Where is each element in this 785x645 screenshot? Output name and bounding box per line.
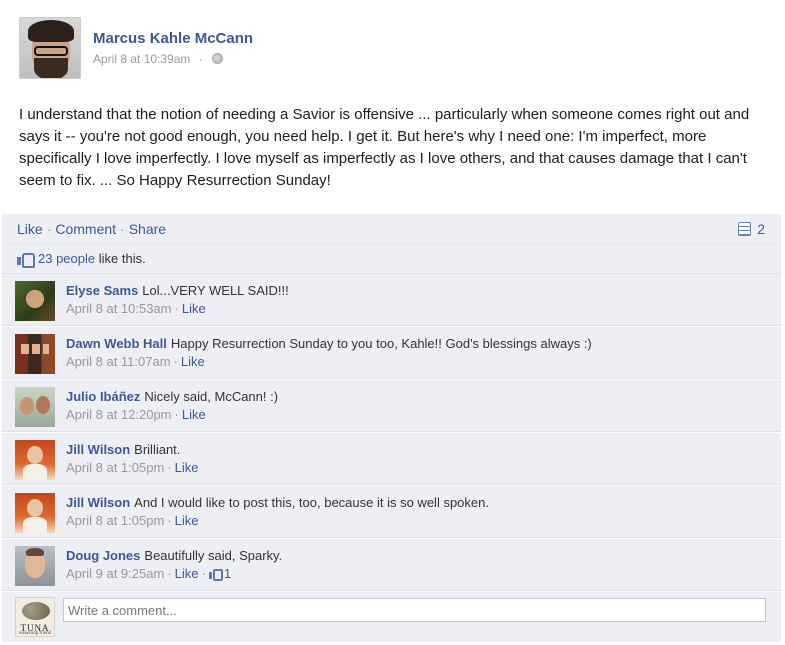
current-user-avatar: TUNA wakening friend [15, 597, 55, 637]
likes-suffix: like this. [95, 251, 146, 266]
commenter-name-link[interactable]: Dawn Webb Hall [66, 336, 167, 351]
separator: · [167, 566, 172, 581]
comment-text-line: Jill Wilson And I would like to post this… [66, 494, 489, 512]
thumbs-up-icon [17, 252, 35, 268]
comment-timestamp[interactable]: April 8 at 1:05pm [66, 513, 164, 528]
like-button[interactable]: Like [17, 221, 43, 237]
commenter-name-link[interactable]: Elyse Sams [66, 283, 138, 298]
comment-timestamp[interactable]: April 8 at 12:20pm [66, 407, 172, 422]
avatar-sub-text: wakening friend [18, 631, 52, 636]
separator: · [174, 407, 179, 422]
share-count: 2 [757, 221, 765, 237]
separator: · [167, 460, 172, 475]
comment-button[interactable]: Comment [55, 221, 116, 237]
commenter-avatar[interactable] [15, 440, 55, 480]
comment-like-button[interactable]: Like [175, 566, 199, 581]
author-name-link[interactable]: Marcus Kahle McCann [93, 30, 253, 47]
comment-input[interactable] [63, 598, 766, 622]
separator: · [46, 221, 52, 237]
comment-meta: April 8 at 12:20pm · Like [66, 407, 206, 422]
comment-item: Elyse Sams Lol...VERY WELL SAID!!! April … [2, 274, 781, 326]
author-avatar[interactable] [19, 17, 81, 79]
comment-body: Beautifully said, Sparky. [144, 548, 283, 563]
comment-text-line: Elyse Sams Lol...VERY WELL SAID!!! [66, 282, 289, 300]
commenter-avatar[interactable] [15, 546, 55, 586]
commenter-avatar[interactable] [15, 493, 55, 533]
avatar-glasses [34, 46, 68, 56]
separator: · [174, 301, 179, 316]
comment-meta: April 8 at 1:05pm · Like [66, 460, 198, 475]
fish-icon [22, 602, 50, 620]
comment-body: Lol...VERY WELL SAID!!! [142, 283, 289, 298]
comment-item: Doug Jones Beautifully said, Sparky. Apri… [2, 539, 781, 591]
separator: · [167, 513, 172, 528]
commenter-name-link[interactable]: Jill Wilson [66, 495, 130, 510]
separator: · [201, 566, 206, 581]
commenter-avatar[interactable] [15, 387, 55, 427]
comment-item: Dawn Webb Hall Happy Resurrection Sunday … [2, 327, 781, 379]
comment-meta: April 8 at 11:07am · Like [66, 354, 205, 369]
comment-timestamp[interactable]: April 8 at 1:05pm [66, 460, 164, 475]
comment-meta: April 8 at 10:53am · Like [66, 301, 206, 316]
comment-body: And I would like to post this, too, beca… [134, 495, 489, 510]
comment-text-line: Jill Wilson Brilliant. [66, 441, 180, 459]
comment-like-count-value: 1 [223, 566, 232, 581]
share-button[interactable]: Share [129, 221, 166, 237]
meta-separator: · [198, 52, 203, 66]
comment-like-button[interactable]: Like [182, 301, 206, 316]
commenter-avatar[interactable] [15, 281, 55, 321]
comment-item: Julio Ibáñez Nicely said, McCann! :) Apri… [2, 380, 781, 432]
comment-timestamp[interactable]: April 9 at 9:25am [66, 566, 164, 581]
likes-summary-text: 23 people like this. [17, 251, 146, 268]
post-meta: April 8 at 10:39am · [93, 52, 224, 66]
comment-timestamp[interactable]: April 8 at 11:07am [66, 354, 171, 369]
avatar-beard [34, 58, 68, 78]
comment-meta: April 9 at 9:25am · Like · 1 [66, 566, 231, 581]
comment-like-button[interactable]: Like [181, 354, 205, 369]
commenter-name-link[interactable]: Julio Ibáñez [66, 389, 140, 404]
comment-like-button[interactable]: Like [175, 513, 199, 528]
avatar-hair [28, 20, 74, 42]
likers-link[interactable]: 23 people [38, 251, 95, 266]
comment-item: Jill Wilson Brilliant. April 8 at 1:05pm ·… [2, 433, 781, 485]
commenter-name-link[interactable]: Doug Jones [66, 548, 140, 563]
comment-body: Happy Resurrection Sunday to you too, Ka… [170, 336, 592, 351]
comment-body: Brilliant. [134, 442, 181, 457]
action-links: Like · Comment · Share [17, 221, 166, 237]
share-count-button[interactable]: 2 [738, 221, 765, 237]
comment-like-button[interactable]: Like [182, 407, 206, 422]
comment-text-line: Doug Jones Beautifully said, Sparky. [66, 547, 282, 565]
post-timestamp-link[interactable]: April 8 at 10:39am [93, 52, 190, 66]
commenter-name-link[interactable]: Jill Wilson [66, 442, 130, 457]
globe-icon[interactable] [212, 53, 224, 64]
post-body: I understand that the notion of needing … [19, 106, 750, 189]
comment-body: Nicely said, McCann! :) [144, 389, 279, 404]
likes-summary: 23 people like this. [2, 244, 781, 274]
shares-icon [738, 222, 752, 236]
comment-like-button[interactable]: Like [175, 460, 199, 475]
comment-text-line: Julio Ibáñez Nicely said, McCann! :) [66, 388, 278, 406]
commenter-avatar[interactable] [15, 334, 55, 374]
comment-like-count[interactable]: 1 [208, 566, 232, 581]
comment-timestamp[interactable]: April 8 at 10:53am [66, 301, 172, 316]
comment-meta: April 8 at 1:05pm · Like [66, 513, 198, 528]
separator: · [120, 221, 125, 237]
comment-composer: TUNA wakening friend [2, 592, 781, 642]
comment-item: Jill Wilson And I would like to post this… [2, 486, 781, 538]
thumbs-up-icon [208, 568, 223, 581]
comment-text-line: Dawn Webb Hall Happy Resurrection Sunday … [66, 335, 592, 353]
post-action-bar: Like · Comment · Share 2 [2, 214, 781, 244]
separator: · [173, 354, 178, 369]
